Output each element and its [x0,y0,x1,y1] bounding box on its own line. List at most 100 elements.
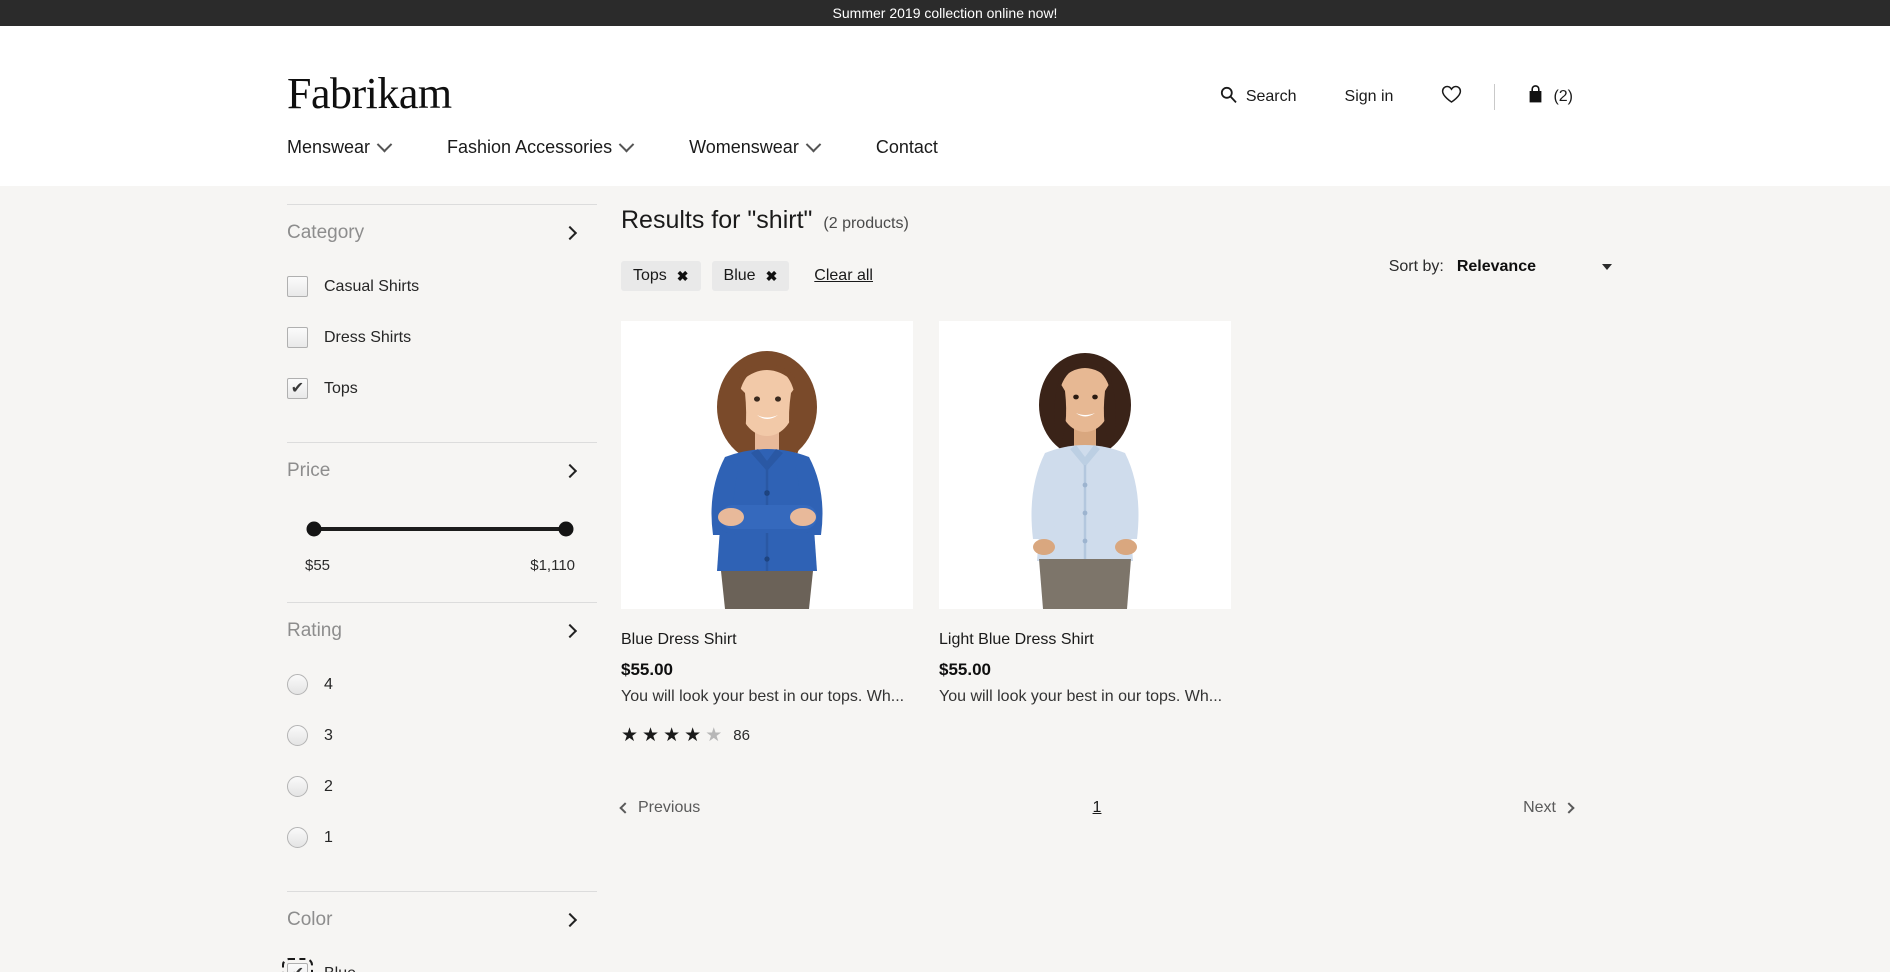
page-title: Results for "shirt" (2 products) [621,206,1890,235]
price-min-label: $55 [305,557,331,574]
chevron-down-icon [618,136,635,153]
filter-section-price[interactable]: Price [287,443,597,499]
sort-by-value: Relevance [1456,258,1536,275]
product-title[interactable]: Blue Dress Shirt [621,631,913,649]
search-icon [1220,86,1237,108]
filter-option-tops[interactable]: ✔ Tops [287,363,597,414]
promo-banner: Summer 2019 collection online now! [0,0,1890,26]
search-button[interactable]: Search [1196,86,1321,108]
filter-chip-tops[interactable]: Tops ✖ [621,261,701,291]
chevron-right-icon [1563,802,1575,814]
close-icon[interactable]: ✖ [677,268,689,285]
product-grid: Blue Dress Shirt $55.00 You will look yo… [621,321,1890,745]
star-icon-filled: ★ [684,725,702,746]
slider-track[interactable] [306,521,574,537]
checkbox[interactable] [287,276,308,297]
checkbox[interactable] [287,327,308,348]
previous-label: Previous [638,799,701,816]
chevron-right-icon [562,623,578,639]
page-number-1[interactable]: 1 [1093,799,1102,817]
option-label: Blue [324,965,356,972]
product-card[interactable]: Blue Dress Shirt $55.00 You will look yo… [621,321,913,745]
promo-text: Summer 2019 collection online now! [832,5,1058,21]
clear-all-link[interactable]: Clear all [814,267,873,285]
nav-label: Womenswear [689,137,799,157]
wishlist-button[interactable] [1417,85,1486,109]
results-title-text: Results for "shirt" [621,206,813,234]
chevron-right-icon [562,463,578,479]
chevron-down-icon [805,136,822,153]
close-icon[interactable]: ✖ [766,268,778,285]
rating-option-3[interactable]: 3 [287,710,597,761]
cart-button[interactable]: (2) [1503,85,1597,109]
option-label: Dress Shirts [324,328,412,346]
search-results: Results for "shirt" (2 products) Tops ✖ … [597,204,1890,972]
filter-title: Category [287,222,365,243]
brand-logo[interactable]: Fabrikam [287,68,452,119]
nav-item-fashion-accessories[interactable]: Fashion Accessories [447,136,635,158]
signin-label: Sign in [1344,88,1394,105]
filter-option-dress-shirts[interactable]: Dress Shirts [287,312,597,363]
next-label: Next [1523,799,1556,816]
search-label: Search [1245,88,1297,105]
product-card[interactable]: Light Blue Dress Shirt $55.00 You will l… [939,321,1231,745]
filter-option-casual-shirts[interactable]: Casual Shirts [287,261,597,312]
site-header: Fabrikam Search Sign in (2) Menswear Fas… [0,26,1890,186]
nav-item-menswear[interactable]: Menswear [287,136,393,158]
nav-item-contact[interactable]: Contact [876,137,938,158]
product-image[interactable] [621,321,913,609]
utility-divider [1494,84,1496,110]
product-price: $55.00 [621,660,673,679]
rating-option-2[interactable]: 2 [287,761,597,812]
star-icon-filled: ★ [663,725,681,746]
product-image[interactable] [939,321,1231,609]
option-label: Tops [324,379,358,397]
slider-handle-max[interactable] [558,521,574,537]
chevron-left-icon [619,802,631,814]
nav-item-womenswear[interactable]: Womenswear [689,136,822,158]
rating-option-1[interactable]: 1 [287,812,597,863]
checkbox-checked[interactable]: ✔ [282,958,313,972]
cart-count: (2) [1553,88,1573,105]
filter-option-blue[interactable]: ✔ Blue [282,948,597,972]
active-filters: Tops ✖ Blue ✖ Clear all [621,261,1890,291]
slider-handle-min[interactable] [306,521,322,537]
shopping-bag-icon [1527,85,1544,109]
filter-title: Price [287,460,331,481]
rating-option-4[interactable]: 4 [287,659,597,710]
filter-sidebar: Category Casual Shirts Dress Shirts ✔ To… [282,204,597,972]
sort-by-control[interactable]: Sort by: Relevance [1389,258,1612,276]
product-title[interactable]: Light Blue Dress Shirt [939,631,1231,649]
option-label: 4 [324,675,333,693]
next-page-button[interactable]: Next [1523,799,1575,817]
chip-label: Tops [633,267,667,284]
filter-section-category[interactable]: Category [287,205,597,261]
caret-down-icon[interactable] [1602,264,1612,270]
star-icon-filled: ★ [642,725,660,746]
filter-section-rating[interactable]: Rating [287,603,597,659]
rating-count: 86 [733,727,750,744]
filter-section-color[interactable]: Color [287,892,597,948]
radio-button[interactable] [287,776,308,797]
previous-page-button[interactable]: Previous [619,799,701,817]
option-label: 1 [324,828,333,846]
product-rating[interactable]: ★ ★ ★ ★ ★ 86 [621,726,913,745]
heart-icon [1441,85,1462,109]
checkbox-checked[interactable]: ✔ [287,378,308,399]
star-icon-filled: ★ [621,725,639,746]
sort-by-label: Sort by: [1388,258,1444,275]
utility-nav: Search Sign in (2) [1196,84,1597,110]
filter-chip-blue[interactable]: Blue ✖ [711,261,790,291]
price-max-label: $1,110 [530,557,575,574]
option-label: 3 [324,726,333,744]
price-slider[interactable]: $55 $1,110 [287,499,597,574]
signin-link[interactable]: Sign in [1321,88,1418,106]
star-icon-empty: ★ [705,725,723,746]
nav-label: Contact [875,137,938,157]
radio-button[interactable] [287,674,308,695]
pagination: Previous 1 Next [619,799,1575,817]
radio-button[interactable] [287,827,308,848]
filter-title: Color [287,909,333,930]
chevron-right-icon [562,912,578,928]
radio-button[interactable] [287,725,308,746]
